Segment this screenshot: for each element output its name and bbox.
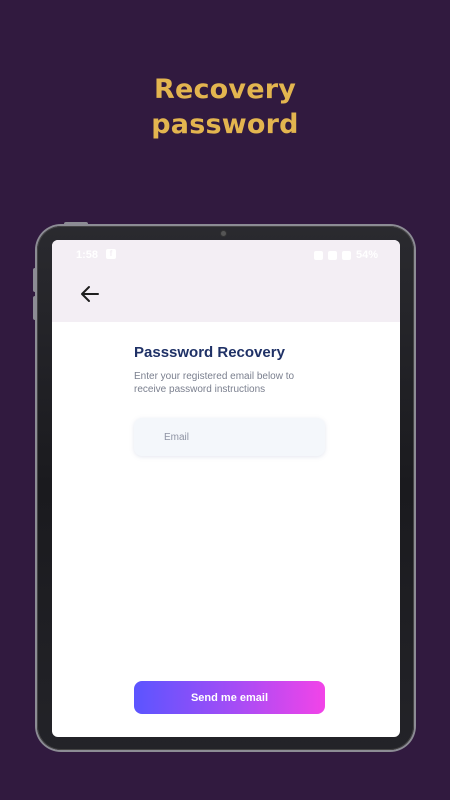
status-time: 1:58 [76,249,99,261]
facebook-icon: f [106,249,116,259]
signal-icon [341,250,351,260]
page-title: Passsword Recovery [134,344,285,361]
camera-icon [221,231,226,236]
app-screen: 1:58 f 54% Passsword Recovery Enter your… [52,240,400,737]
instructions-line2: receive password instructions [134,384,266,395]
instructions-text: Enter your registered email below to rec… [134,370,334,396]
send-email-button[interactable]: Send me email [134,681,325,714]
app-screenshot-page: Recovery password 1:58 f 54% Passsword R… [0,0,450,800]
arrow-left-icon [81,286,99,302]
header-bar: 1:58 f 54% [52,240,400,322]
promo-title-line2: password [151,109,299,140]
email-field[interactable] [134,418,325,456]
status-bar: 1:58 f 54% [52,240,400,266]
promo-title: Recovery password [0,72,450,142]
status-icons: 54% [313,249,378,261]
wifi-icon [327,250,337,260]
sync-icon [313,250,323,260]
back-button[interactable] [78,282,102,306]
tablet-frame: 1:58 f 54% Passsword Recovery Enter your… [37,226,414,750]
promo-title-line1: Recovery [153,74,297,105]
instructions-line1: Enter your registered email below to [134,371,295,382]
battery-percentage: 54% [355,249,378,261]
